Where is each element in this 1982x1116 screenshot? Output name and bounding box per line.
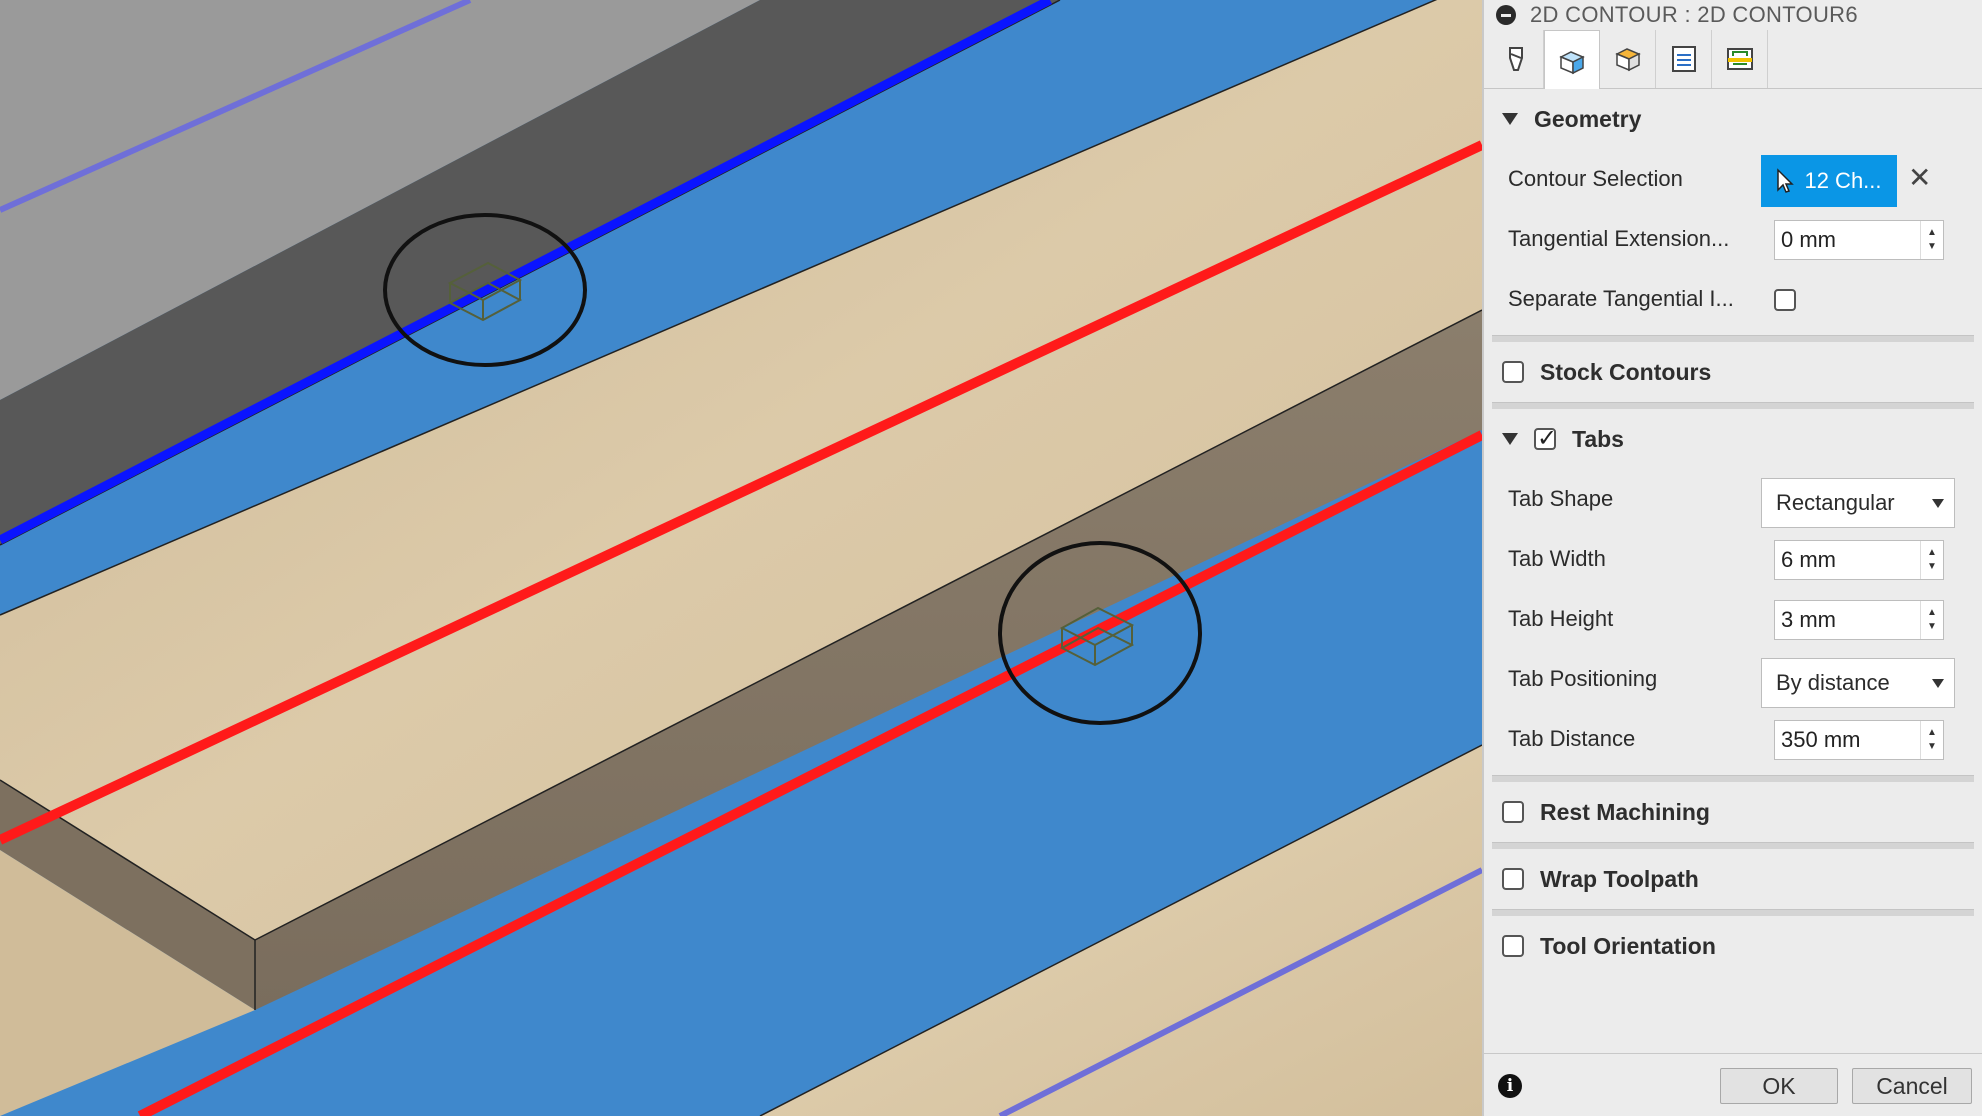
spinner-arrows[interactable]: ▲ ▼ <box>1920 541 1943 579</box>
tab-width-row: Tab Width ▲▼ <box>1484 529 1982 589</box>
tab-distance-spinner: ▲▼ <box>1774 720 1944 760</box>
wrap-toolpath-section-header[interactable]: Wrap Toolpath <box>1484 849 1982 909</box>
tab-positioning-row: Tab Positioning By distance <box>1484 649 1982 709</box>
chevron-down-icon <box>1932 679 1944 688</box>
spinner-arrows[interactable]: ▲ ▼ <box>1920 601 1943 639</box>
tangential-extension-spinner: ▲▼ <box>1774 220 1944 260</box>
tab-height-label: Tab Height <box>1508 606 1614 631</box>
ok-button[interactable]: OK <box>1720 1068 1838 1104</box>
tangential-extension-row: Tangential Extension... ▲▼ <box>1484 209 1982 269</box>
tab-height-row: Tab Height ▲▼ <box>1484 589 1982 649</box>
rest-machining-section-header[interactable]: Rest Machining <box>1484 782 1982 842</box>
separate-tangential-label: Separate Tangential I... <box>1508 286 1734 311</box>
clear-selection-icon[interactable]: ✕ <box>1908 161 1931 194</box>
tab-shape-dropdown[interactable]: Rectangular <box>1761 478 1955 528</box>
tab-width-spinner: ▲▼ <box>1774 540 1944 580</box>
tab-heights[interactable] <box>1600 30 1656 88</box>
cancel-button[interactable]: Cancel <box>1852 1068 1972 1104</box>
expand-arrow-icon[interactable] <box>1502 433 1518 445</box>
dialog-tabs <box>1484 30 1982 89</box>
geometry-icon <box>1559 51 1585 75</box>
contour-selection-button[interactable]: 12 Ch... <box>1761 155 1897 207</box>
tab-shape-row: Tab Shape Rectangular <box>1484 469 1982 529</box>
stock-contours-title: Stock Contours <box>1540 358 1712 385</box>
dialog-title: 2D CONTOUR : 2D CONTOUR6 <box>1530 2 1858 27</box>
heights-icon <box>1614 48 1641 72</box>
contour-selection-value: 12 Ch... <box>1804 168 1882 193</box>
tab-width-label: Tab Width <box>1508 546 1606 571</box>
tab-passes[interactable] <box>1656 30 1712 88</box>
3d-viewport[interactable] <box>0 0 1482 1116</box>
rest-machining-checkbox[interactable] <box>1502 801 1524 823</box>
contour-selection-row: Contour Selection 12 Ch... ✕ <box>1484 149 1982 209</box>
spinner-arrows[interactable]: ▲ ▼ <box>1920 221 1943 259</box>
tab-positioning-value: By distance <box>1776 670 1890 695</box>
tab-linking[interactable] <box>1712 30 1768 88</box>
wrap-toolpath-checkbox[interactable] <box>1502 868 1524 890</box>
geometry-section-title: Geometry <box>1534 105 1642 132</box>
separate-tangential-row: Separate Tangential I... <box>1484 269 1982 329</box>
divider <box>1492 335 1974 342</box>
divider <box>1492 842 1974 849</box>
tab-tool[interactable] <box>1488 30 1544 88</box>
tool-icon <box>1508 47 1523 71</box>
dialog-footer: i OK Cancel <box>1484 1053 1982 1116</box>
tab-height-input[interactable] <box>1775 606 1923 634</box>
collapse-icon[interactable] <box>1496 5 1516 25</box>
tool-orientation-title: Tool Orientation <box>1540 932 1716 959</box>
wrap-toolpath-title: Wrap Toolpath <box>1540 865 1699 892</box>
stock-contours-section-header[interactable]: Stock Contours <box>1484 342 1982 402</box>
expand-arrow-icon[interactable] <box>1502 113 1518 125</box>
tab-geometry[interactable] <box>1544 30 1600 89</box>
pointer-icon <box>1777 168 1795 193</box>
linking-icon <box>1726 48 1753 70</box>
divider <box>1492 909 1974 916</box>
info-icon[interactable]: i <box>1498 1074 1522 1098</box>
tab-shape-value: Rectangular <box>1776 490 1895 515</box>
tab-distance-row: Tab Distance ▲▼ <box>1484 709 1982 769</box>
tab-distance-input[interactable] <box>1775 726 1923 754</box>
spinner-arrows[interactable]: ▲ ▼ <box>1920 721 1943 759</box>
tabs-section-title: Tabs <box>1572 425 1624 452</box>
tangential-extension-input[interactable] <box>1775 226 1923 254</box>
stock-contours-checkbox[interactable] <box>1502 361 1524 383</box>
rest-machining-title: Rest Machining <box>1540 798 1710 825</box>
tool-orientation-section-header[interactable]: Tool Orientation <box>1484 916 1982 976</box>
tool-orientation-checkbox[interactable] <box>1502 935 1524 957</box>
tab-shape-label: Tab Shape <box>1508 486 1614 511</box>
geometry-section-header[interactable]: Geometry <box>1484 89 1982 149</box>
tab-height-spinner: ▲▼ <box>1774 600 1944 640</box>
dialog-titlebar: 2D CONTOUR : 2D CONTOUR6 <box>1484 0 1982 30</box>
contour-selection-label: Contour Selection <box>1508 166 1683 191</box>
tab-positioning-dropdown[interactable]: By distance <box>1761 658 1955 708</box>
chevron-down-icon <box>1932 499 1944 508</box>
contour-dialog-panel: 2D CONTOUR : 2D CONTOUR6 Geometry Contou… <box>1482 0 1982 1116</box>
tabs-section-header[interactable]: Tabs <box>1484 409 1982 469</box>
tabs-checkbox[interactable] <box>1534 424 1557 452</box>
divider <box>1492 775 1974 782</box>
tab-positioning-label: Tab Positioning <box>1508 666 1658 691</box>
tangential-extension-label: Tangential Extension... <box>1508 226 1730 251</box>
passes-icon <box>1671 46 1696 72</box>
tab-distance-label: Tab Distance <box>1508 726 1636 751</box>
tab-width-input[interactable] <box>1775 546 1923 574</box>
divider <box>1492 402 1974 409</box>
separate-tangential-checkbox[interactable] <box>1774 289 1796 311</box>
